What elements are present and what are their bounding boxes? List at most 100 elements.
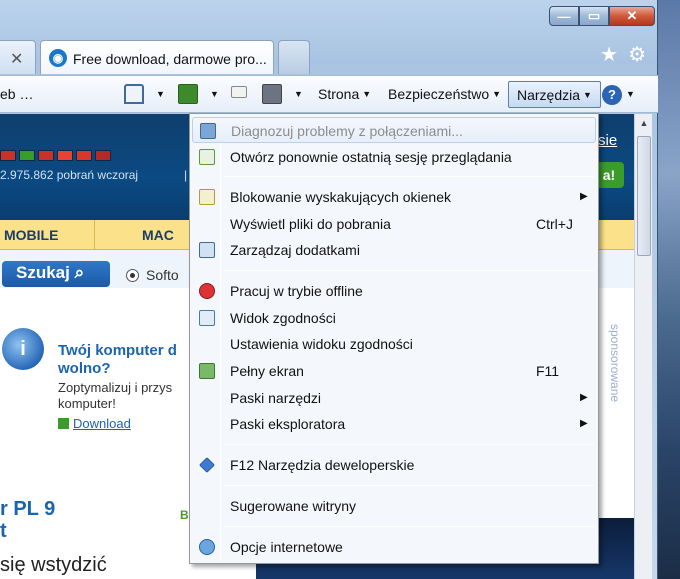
printer-icon[interactable]: [262, 84, 282, 104]
window-caption-buttons: — ▭ ✕: [549, 6, 655, 26]
print-dropdown-arrow[interactable]: ▼: [294, 89, 303, 99]
flag-icon[interactable]: [19, 150, 35, 161]
search-radio-software[interactable]: [126, 269, 139, 282]
header-separator: |: [184, 168, 188, 182]
menu-item[interactable]: Widok zgodności: [192, 305, 596, 331]
menu-item-label: Widok zgodności: [230, 310, 336, 326]
header-link[interactable]: sie: [598, 132, 617, 149]
menu-item: Diagnozuj problemy z połączeniami...: [192, 117, 596, 143]
command-bar: eb … ▼ ▼ ▼ Strona ▼ Bezpieczeństwo ▼ Narzę…: [0, 75, 658, 113]
tab-title: Free download, darmowe pro...: [73, 51, 267, 67]
menu-item[interactable]: Blokowanie wyskakujących okienek ▶: [192, 184, 596, 210]
optimizer-icon: i: [2, 328, 44, 370]
nav-tab-mobile[interactable]: MOBILE: [4, 227, 58, 243]
nav-tab-mac[interactable]: MAC: [142, 227, 174, 243]
menu-item[interactable]: Pracuj w trybie offline: [192, 278, 596, 304]
sponsored-label: sponsorowane: [608, 324, 622, 403]
menu-item[interactable]: Otwórz ponownie ostatnią sesję przegląda…: [192, 144, 596, 170]
menu-item-shortcut: Ctrl+J: [536, 216, 573, 232]
article-title-line: r PL 9: [0, 498, 56, 520]
safety-menu-label: Bezpieczeństwo: [388, 86, 490, 102]
globe-icon: ◉: [49, 49, 67, 67]
tools-menu-button[interactable]: Narzędzia ▼: [508, 81, 601, 108]
chevron-down-icon: ▼: [492, 89, 502, 99]
browser-window: — ▭ ✕ ✕ ◉ Free download, darmowe pro... …: [0, 0, 658, 579]
feeds-icon[interactable]: [178, 84, 198, 104]
submenu-arrow-icon: ▶: [580, 418, 588, 429]
tab-active[interactable]: ◉ Free download, darmowe pro...: [40, 40, 274, 74]
help-icon[interactable]: ?: [602, 85, 622, 105]
menu-separator: [224, 444, 594, 445]
popup-blocker-icon: [199, 189, 215, 205]
close-tab-icon[interactable]: ✕: [10, 49, 23, 69]
gear-icon[interactable]: ⚙: [628, 42, 646, 67]
mail-icon[interactable]: [231, 86, 247, 98]
promo-desc-line: Zoptymalizuj i przys: [58, 380, 173, 395]
menu-item[interactable]: Zarządzaj dodatkami: [192, 237, 596, 263]
menu-item-label: Blokowanie wyskakujących okienek: [230, 189, 451, 205]
menu-separator: [224, 176, 594, 177]
tab-previous[interactable]: ✕: [0, 40, 36, 74]
flag-icon[interactable]: [38, 150, 54, 161]
home-icon[interactable]: [124, 84, 144, 104]
browser-icons: ★ ⚙: [600, 42, 646, 67]
menu-item-label: Pełny ekran: [230, 363, 304, 379]
search-button[interactable]: Szukaj ⌕: [2, 261, 110, 287]
menu-item-shortcut: F11: [536, 363, 560, 379]
fullscreen-icon: [199, 363, 215, 379]
network-diagnose-icon: [200, 123, 216, 139]
vertical-scrollbar[interactable]: ▲: [634, 114, 652, 579]
submenu-arrow-icon: ▶: [580, 392, 588, 403]
menu-item[interactable]: Pełny ekran F11: [192, 358, 596, 384]
menu-separator: [224, 526, 594, 527]
developer-tools-icon: [199, 457, 215, 473]
home-dropdown-arrow[interactable]: ▼: [156, 89, 165, 99]
menu-item[interactable]: Paski eksploratora ▶: [192, 411, 596, 437]
menu-item-label: Diagnozuj problemy z połączeniami...: [231, 123, 463, 139]
menu-item[interactable]: Sugerowane witryny: [192, 493, 596, 519]
promo-title-line: Twój komputer d: [58, 342, 177, 359]
minimize-button[interactable]: —: [549, 6, 579, 26]
menu-item[interactable]: Wyświetl pliki do pobrania Ctrl+J: [192, 211, 596, 237]
flag-icon[interactable]: [76, 150, 92, 161]
menu-item[interactable]: Opcje internetowe: [192, 534, 596, 560]
menu-item-label: Ustawienia widoku zgodności: [230, 336, 413, 352]
maximize-button[interactable]: ▭: [579, 6, 609, 26]
menu-item[interactable]: Paski narzędzi ▶: [192, 385, 596, 411]
downloads-counter: 2.975.862 pobrań wczoraj: [0, 168, 139, 182]
menu-item[interactable]: F12 Narzędzia deweloperskie: [192, 452, 596, 478]
compatibility-view-icon: [199, 310, 215, 326]
article-title[interactable]: r PL 9 t: [0, 498, 55, 542]
language-flags: [0, 150, 111, 161]
tools-dropdown-menu: Diagnozuj problemy z połączeniami... Otwó…: [189, 113, 599, 564]
flag-icon[interactable]: [95, 150, 111, 161]
help-dropdown-arrow[interactable]: ▼: [626, 89, 635, 99]
reopen-session-icon: [199, 149, 215, 165]
menu-item-label: Opcje internetowe: [230, 539, 343, 555]
favorites-star-icon[interactable]: ★: [600, 42, 618, 67]
close-window-button[interactable]: ✕: [609, 6, 655, 26]
scroll-thumb[interactable]: [637, 136, 651, 256]
menu-item[interactable]: Ustawienia widoku zgodności: [192, 331, 596, 357]
menu-item-label: Paski narzędzi: [230, 390, 322, 406]
tools-menu-label: Narzędzia: [517, 87, 581, 103]
page-menu-button[interactable]: Strona ▼: [318, 86, 371, 102]
command-web-slices[interactable]: eb …: [0, 86, 33, 102]
flag-icon[interactable]: [0, 150, 16, 161]
manage-addons-icon: [199, 242, 215, 258]
article-badge: B: [180, 508, 189, 522]
menu-separator: [224, 485, 594, 486]
tab-bar: ✕ ◉ Free download, darmowe pro... ★ ⚙: [0, 38, 658, 74]
new-tab-button[interactable]: [278, 40, 310, 74]
menu-item-label: Wyświetl pliki do pobrania: [230, 216, 391, 232]
feeds-dropdown-arrow[interactable]: ▼: [210, 89, 219, 99]
promo-download-link[interactable]: Download: [73, 416, 131, 431]
scroll-up-arrow-icon[interactable]: ▲: [635, 114, 653, 132]
nav-separator: [94, 220, 95, 250]
article-title-line: t: [0, 520, 7, 542]
chevron-down-icon: ▼: [362, 89, 372, 99]
page-menu-label: Strona: [318, 86, 360, 102]
flag-icon[interactable]: [57, 150, 73, 161]
safety-menu-button[interactable]: Bezpieczeństwo ▼: [388, 86, 501, 102]
submenu-arrow-icon: ▶: [580, 191, 588, 202]
